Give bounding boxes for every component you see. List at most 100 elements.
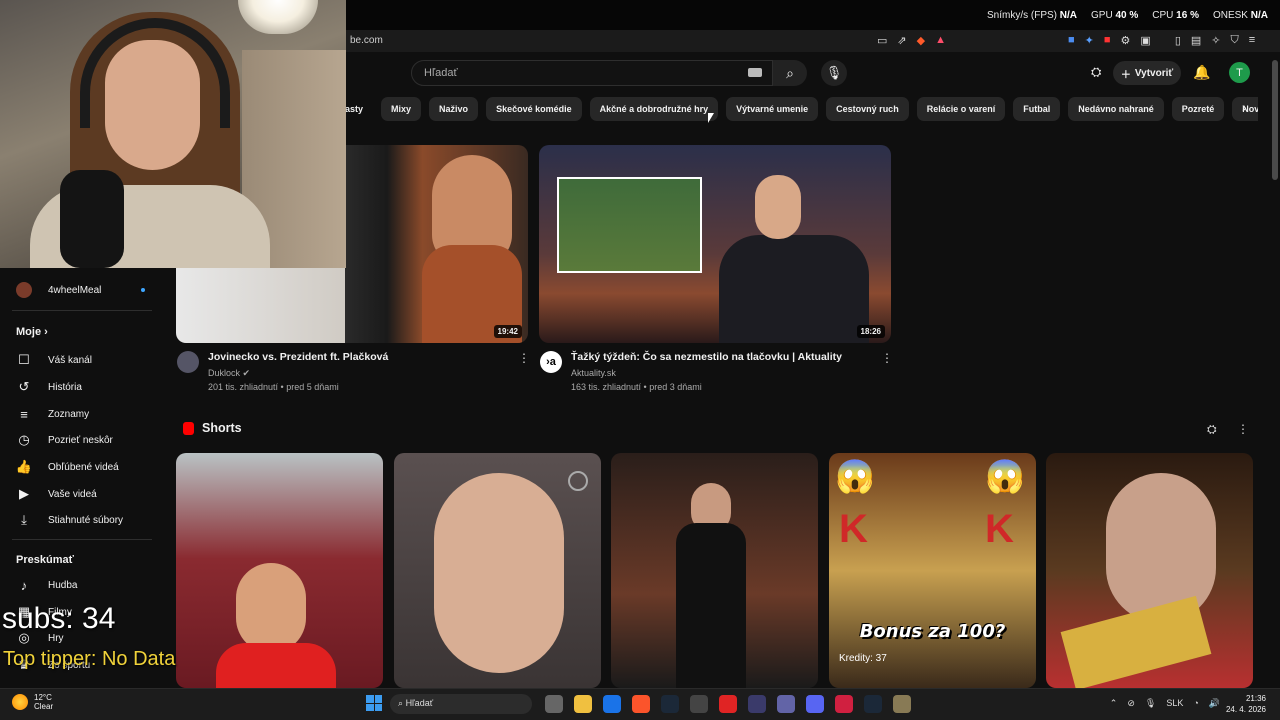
search-icon: ⌕ — [398, 698, 404, 708]
app-icon[interactable] — [748, 695, 766, 713]
cast-icon[interactable]: ⛭ — [1207, 422, 1217, 437]
search-button[interactable]: ⌕ — [773, 60, 807, 86]
chip[interactable]: Pozreté — [1171, 97, 1225, 121]
microphone-icon[interactable]: 🎙 — [1145, 698, 1156, 709]
keyboard-icon[interactable] — [748, 68, 762, 77]
media-player-icon[interactable] — [835, 695, 853, 713]
microphone-icon: 🎙 — [825, 65, 843, 80]
sidebar-item-playlists[interactable]: ≡ Zoznamy — [16, 406, 89, 422]
sidebar-toggle-icon[interactable]: ▯ — [1175, 34, 1181, 47]
wallet-icon[interactable]: ▣ — [1140, 34, 1150, 47]
obs-icon[interactable] — [690, 695, 708, 713]
chip[interactable]: Mixy — [381, 97, 422, 121]
video-title[interactable]: Ťažký týždeň: Čo sa nezmestilo na tlačov… — [571, 351, 842, 363]
sidebar-item-your-channel[interactable]: ☐ Váš kanál — [16, 352, 92, 368]
taskbar-clock[interactable]: 21:36 24. 4. 2026 — [1226, 693, 1266, 715]
address-bar-actions: ▭ ⇗ ◆ ▲ — [877, 34, 946, 47]
short-card[interactable] — [176, 453, 383, 688]
subscription-item[interactable]: 4wheelMeal — [16, 282, 146, 298]
more-options-icon[interactable]: ⋮ — [518, 351, 530, 365]
steam-icon[interactable] — [661, 695, 679, 713]
sidebar-item-liked[interactable]: 👍 Obľúbené videá — [16, 459, 119, 475]
share-icon[interactable]: ⇗ — [897, 34, 906, 47]
clock-time: 21:36 — [1245, 694, 1266, 703]
chevron-right-icon[interactable]: › — [1242, 99, 1247, 115]
weather-widget[interactable]: 12°C Clear — [12, 693, 53, 711]
short-card[interactable] — [394, 453, 601, 688]
create-button[interactable]: ＋ Vytvoriť — [1113, 61, 1181, 85]
outlook-icon[interactable] — [603, 695, 621, 713]
brave-rewards-icon[interactable]: ▲ — [935, 34, 946, 47]
chip[interactable]: Cestovný ruch — [826, 97, 909, 121]
extension-red-icon[interactable]: ■ — [1104, 34, 1111, 47]
clock-icon: ◷ — [18, 432, 30, 447]
translate-icon[interactable]: ■ — [1068, 34, 1075, 47]
extension-icon[interactable]: ✦ — [1085, 34, 1094, 47]
video-thumbnail[interactable]: 18:26 — [539, 145, 891, 343]
install-app-icon[interactable]: ▭ — [877, 34, 887, 47]
leo-ai-icon[interactable]: ✧ — [1211, 34, 1220, 47]
channel-name[interactable]: Aktuality.sk — [571, 368, 616, 378]
chip[interactable]: Nedávno nahrané — [1068, 97, 1164, 121]
teams-icon[interactable] — [777, 695, 795, 713]
short-card[interactable] — [1046, 453, 1253, 688]
channel-name[interactable]: Duklock ✔ — [208, 368, 250, 379]
puzzle-icon[interactable]: ⚙ — [1121, 34, 1131, 47]
channel-avatar[interactable]: ›a — [540, 351, 562, 373]
notifications-bell-icon[interactable]: 🔔 — [1193, 64, 1210, 81]
chip[interactable]: Akčné a dobrodružné hry — [589, 97, 719, 121]
video-title[interactable]: Jovinecko vs. Prezident ft. Plačková — [208, 351, 388, 363]
section-you-heading[interactable]: Moje › — [16, 326, 48, 338]
taskbar-search[interactable]: ⌕ Hľadať — [390, 694, 532, 714]
search-input[interactable]: Hľadať — [411, 60, 773, 86]
play-box-icon: ▶ — [19, 486, 29, 501]
voice-search-button[interactable]: 🎙 — [821, 60, 847, 86]
more-options-icon[interactable]: ⋮ — [881, 351, 893, 365]
short-card[interactable]: 😱 😱 K K Bonus za 100? Kredity: 37 — [829, 453, 1036, 688]
mouse-cursor — [708, 113, 714, 123]
new-content-dot — [141, 288, 146, 292]
chip[interactable]: Výtvarné umenie — [726, 97, 819, 121]
discord-icon[interactable] — [806, 695, 824, 713]
short-card[interactable] — [611, 453, 818, 688]
account-avatar[interactable]: T — [1229, 62, 1250, 83]
sidebar-item-watch-later[interactable]: ◷ Pozrieť neskôr — [16, 432, 113, 448]
file-explorer-icon[interactable] — [574, 695, 592, 713]
page-scrollbar[interactable] — [1272, 60, 1278, 180]
channel-avatar — [16, 282, 32, 298]
section-explore-heading: Preskúmať — [16, 554, 74, 566]
brave-shield-icon[interactable]: ◆ — [917, 34, 925, 47]
slot-symbol-k: K — [985, 507, 1014, 551]
task-view-icon[interactable] — [545, 695, 563, 713]
game-app-icon[interactable] — [893, 695, 911, 713]
cast-icon[interactable]: ⛭ — [1091, 64, 1101, 80]
menu-icon[interactable]: ≡ — [1249, 34, 1255, 47]
thumbnail-anchor-face — [755, 175, 801, 239]
credits-text: Kredity: 37 — [839, 653, 887, 664]
chip[interactable]: Naživo — [429, 97, 479, 121]
vpn-icon[interactable]: ⛉ — [1231, 34, 1239, 47]
wifi-icon[interactable]: ◔ — [1193, 698, 1198, 709]
sidebar-item-downloads[interactable]: ⤓ Stiahnuté súbory — [16, 512, 123, 528]
sidebar-item-history[interactable]: ↺ História — [16, 379, 82, 395]
more-options-icon[interactable]: ⋮ — [1237, 422, 1249, 436]
chevron-up-icon[interactable]: ⌃ — [1110, 698, 1118, 709]
sidebar-item-your-videos[interactable]: ▶ Vaše videá — [16, 486, 97, 502]
lag-label: ONESK — [1212, 10, 1248, 21]
youtube-icon[interactable] — [719, 695, 737, 713]
chip[interactable]: Futbal — [1013, 97, 1061, 121]
url-text[interactable]: be.com — [350, 35, 383, 46]
sidebar-item-music[interactable]: ♪ Hudba — [16, 577, 78, 593]
channel-avatar[interactable] — [177, 351, 199, 373]
short-face — [236, 563, 306, 653]
language-indicator[interactable]: SLK — [1166, 698, 1183, 709]
brave-browser-icon[interactable] — [632, 695, 650, 713]
chevron-right-icon: › — [44, 326, 48, 338]
network-icon[interactable]: ⊘ — [1127, 698, 1135, 709]
steam-icon[interactable] — [864, 695, 882, 713]
chip[interactable]: Relácie o varení — [916, 97, 1006, 121]
wallet-button-icon[interactable]: ▤ — [1191, 34, 1201, 47]
volume-icon[interactable]: 🔊 — [1209, 698, 1220, 709]
windows-start-icon[interactable] — [366, 695, 382, 711]
chip[interactable]: Skečové komédie — [486, 97, 582, 121]
